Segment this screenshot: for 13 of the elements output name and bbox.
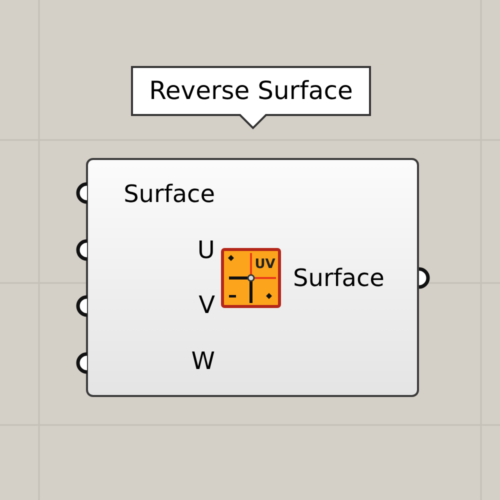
- input-port-icon[interactable]: [74, 238, 88, 261]
- input-port-icon[interactable]: [74, 352, 88, 374]
- input-label: V: [198, 290, 215, 322]
- input-label: Surface: [124, 179, 215, 210]
- uv-grid-icon: UV: [221, 248, 281, 308]
- input-label: W: [191, 346, 215, 377]
- output-label: Surface: [293, 262, 384, 294]
- component-node[interactable]: Surface U V W UV Surface: [86, 158, 419, 397]
- input-port-icon[interactable]: [74, 182, 88, 204]
- output-port-icon[interactable]: [418, 267, 432, 289]
- input-label: U: [197, 234, 215, 266]
- input-port-icon[interactable]: [74, 295, 88, 318]
- tooltip-text: Reverse Surface: [149, 75, 353, 108]
